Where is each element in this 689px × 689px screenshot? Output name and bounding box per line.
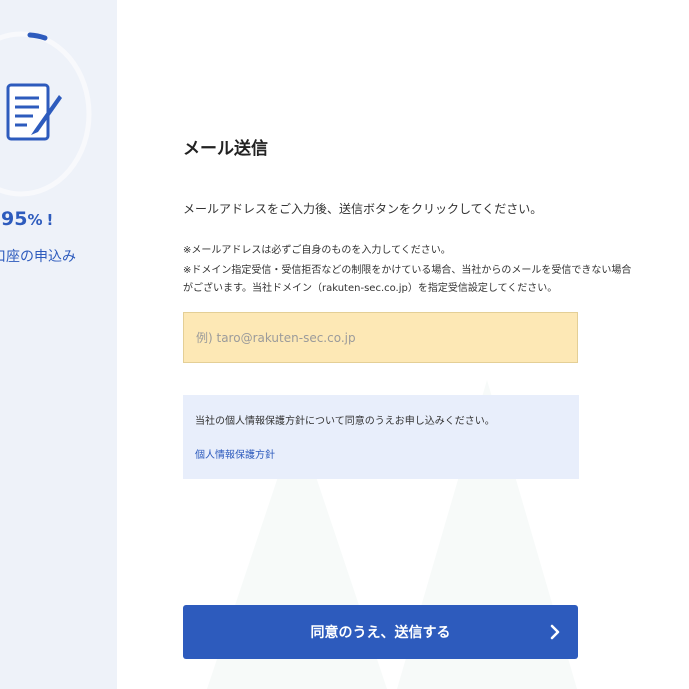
main-content: メール送信 メールアドレスをご入力後、送信ボタンをクリックしてください。 ※メー… xyxy=(117,0,689,689)
sidebar: り95%! 口座の申込み xyxy=(0,0,117,689)
privacy-text: 当社の個人情報保護方針について同意のうえお申し込みください。 xyxy=(195,416,495,427)
progress-suffix: ! xyxy=(46,211,54,229)
progress-unit: % xyxy=(27,211,43,229)
progress-value: 95 xyxy=(1,208,28,230)
submit-button-label: 同意のうえ、送信する xyxy=(310,624,451,640)
note-line: ※メールアドレスは必ずご自身のものを入力してください。 xyxy=(183,245,451,256)
document-pen-icon xyxy=(6,83,62,141)
instruction-text: メールアドレスをご入力後、送信ボタンをクリックしてください。 xyxy=(183,202,543,216)
page-title: メール送信 xyxy=(183,139,268,159)
privacy-policy-link[interactable]: 個人情報保護方針 xyxy=(195,446,275,461)
note-line: ※ドメイン指定受信・受信拒否などの制限をかけている場合、当社からのメールを受信で… xyxy=(183,265,632,276)
progress-text: り95%! xyxy=(0,208,53,230)
email-input[interactable] xyxy=(183,312,578,363)
chevron-right-icon xyxy=(550,624,560,640)
privacy-box: 当社の個人情報保護方針について同意のうえお申し込みください。 個人情報保護方針 xyxy=(183,395,579,479)
note-line: がございます。当社ドメイン（rakuten-sec.co.jp）を指定受信設定し… xyxy=(183,283,558,294)
submit-button[interactable]: 同意のうえ、送信する xyxy=(183,605,578,659)
sidebar-subtitle: 口座の申込み xyxy=(0,249,76,265)
